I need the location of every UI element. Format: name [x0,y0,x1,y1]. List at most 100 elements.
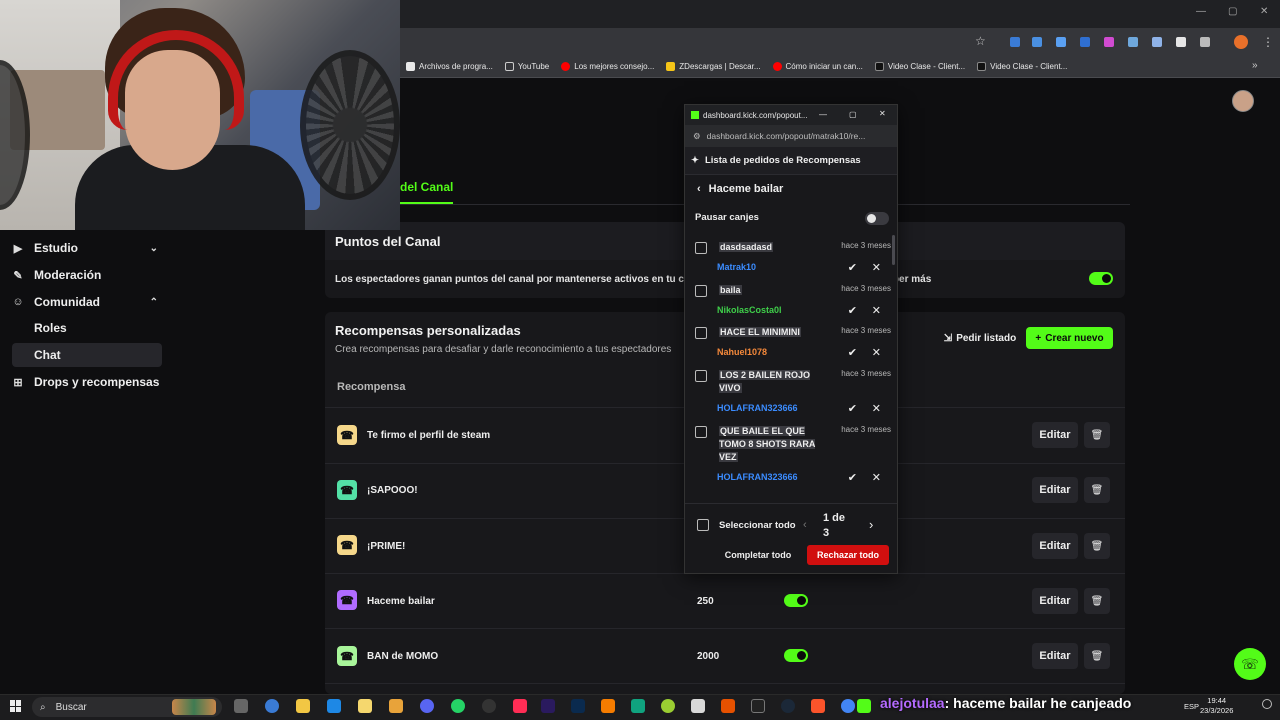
trash-icon[interactable]: 🗑 [1084,643,1110,669]
trash-icon[interactable]: 🗑 [1084,533,1110,559]
prev-page-icon[interactable]: ‹ [803,519,807,531]
chatgpt-icon[interactable] [631,699,645,713]
sidebar-item-roles[interactable]: Roles [12,316,162,340]
notifications-icon[interactable] [1262,699,1272,709]
clock[interactable]: 19:44 23/3/2026 [1200,696,1233,716]
app-icon[interactable] [327,699,341,713]
checkbox[interactable] [695,242,707,254]
extension-icon[interactable] [1152,37,1162,47]
extension-icon[interactable] [1032,37,1042,47]
app-icon[interactable] [721,699,735,713]
premiere-icon[interactable] [541,699,555,713]
steam-icon[interactable] [781,699,795,713]
points-toggle[interactable] [1089,272,1113,285]
kick-icon[interactable] [857,699,871,713]
close-icon[interactable]: ✕ [872,304,881,317]
edit-button[interactable]: Editar [1032,588,1078,614]
edit-button[interactable]: Editar [1032,533,1078,559]
menu-kebab-icon[interactable]: ⋮ [1262,35,1274,49]
app-icon[interactable] [661,699,675,713]
extension-icon[interactable] [1104,37,1114,47]
whatsapp-icon[interactable] [451,699,465,713]
extension-icon[interactable] [1128,37,1138,47]
file-explorer-icon[interactable] [296,699,310,713]
request-user[interactable]: Nahuel1078 [717,347,767,357]
bookmark[interactable]: ZDescargas | Descar... [666,62,761,71]
bookmark[interactable]: Video Clase - Client... [874,62,965,71]
next-page-icon[interactable]: › [869,517,873,532]
request-user[interactable]: HOLAFRAN323666 [717,472,798,482]
check-icon[interactable]: ✔ [848,471,857,484]
request-user[interactable]: NikolasCosta0l [717,305,782,315]
sidebar-item-chat[interactable]: Chat [12,343,162,367]
request-list-button[interactable]: ⇲ Pedir listado [940,327,1020,349]
popout-urlbar[interactable]: ⚙ dashboard.kick.com/popout/matrak10/re.… [685,125,897,147]
reward-toggle[interactable] [784,594,808,607]
avatar[interactable] [1232,90,1254,112]
select-all[interactable]: Seleccionar todo [697,519,796,531]
extensions-puzzle-icon[interactable] [1200,37,1210,47]
extension-icon[interactable] [1080,37,1090,47]
help-chat-icon[interactable]: ☏ [1234,648,1266,680]
checkbox[interactable] [695,426,707,438]
request-user[interactable]: HOLAFRAN323666 [717,403,798,413]
checkbox[interactable] [695,370,707,382]
more-bookmarks-icon[interactable]: » [1252,60,1258,71]
check-icon[interactable]: ✔ [848,402,857,415]
windows-start-icon[interactable] [10,700,22,712]
trash-icon[interactable]: 🗑 [1084,477,1110,503]
edit-button[interactable]: Editar [1032,643,1078,669]
bookmark[interactable]: Cómo iniciar un can... [772,62,863,71]
maximize-window-icon[interactable]: ▢ [849,110,857,119]
sidebar-item-moderacion[interactable]: ✎ Moderación [12,263,162,287]
close-window-icon[interactable]: ✕ [1260,6,1268,17]
sidebar-item-comunidad[interactable]: ☺ Comunidad ⌃ [12,290,162,314]
pause-toggle[interactable] [865,212,889,225]
bookmark-star-icon[interactable]: ☆ [975,34,986,48]
check-icon[interactable]: ✔ [848,346,857,359]
language-indicator[interactable]: ESP [1184,702,1199,711]
profile-avatar[interactable] [1234,35,1248,49]
edit-button[interactable]: Editar [1032,477,1078,503]
chrome-icon[interactable] [841,699,855,713]
brave-icon[interactable] [811,699,825,713]
minimize-window-icon[interactable]: — [819,110,827,119]
checkbox[interactable] [695,285,707,297]
close-icon[interactable]: ✕ [872,402,881,415]
trash-icon[interactable]: 🗑 [1084,588,1110,614]
close-window-icon[interactable]: ✕ [879,109,886,118]
extension-icon[interactable] [1176,37,1186,47]
bookmark[interactable]: Los mejores consejo... [561,62,654,71]
extension-icon[interactable] [1056,37,1066,47]
create-new-button[interactable]: + Crear nuevo [1026,327,1113,349]
task-view-icon[interactable] [234,699,248,713]
complete-all-button[interactable]: Completar todo [715,545,801,565]
taskbar-search[interactable]: ⌕ Buscar [32,697,222,717]
trash-icon[interactable]: 🗑 [1084,422,1110,448]
sidebar-item-drops[interactable]: ⊞ Drops y recompensas [12,370,162,394]
reward-toggle[interactable] [784,649,808,662]
checkbox[interactable] [697,519,709,531]
epic-games-icon[interactable] [751,699,765,713]
discord-icon[interactable] [420,699,434,713]
extension-icon[interactable] [1010,37,1020,47]
vlc-icon[interactable] [601,699,615,713]
edit-button[interactable]: Editar [1032,422,1078,448]
checkbox[interactable] [695,327,707,339]
app-icon[interactable] [691,699,705,713]
bookmark[interactable]: Archivos de progra... [406,62,493,71]
bookmark[interactable]: YouTube [504,62,549,71]
request-user[interactable]: Matrak10 [717,262,756,272]
edge-icon[interactable] [265,699,279,713]
app-icon[interactable] [389,699,403,713]
reject-all-button[interactable]: Rechazar todo [807,545,889,565]
minimize-window-icon[interactable]: — [1196,6,1206,17]
photoshop-icon[interactable] [571,699,585,713]
obs-icon[interactable] [482,699,496,713]
tiktok-icon[interactable] [513,699,527,713]
close-icon[interactable]: ✕ [872,471,881,484]
back-button[interactable]: ‹ Haceme bailar [697,183,783,195]
close-icon[interactable]: ✕ [872,261,881,274]
check-icon[interactable]: ✔ [848,304,857,317]
tab-channel-points[interactable]: del Canal [400,180,454,204]
